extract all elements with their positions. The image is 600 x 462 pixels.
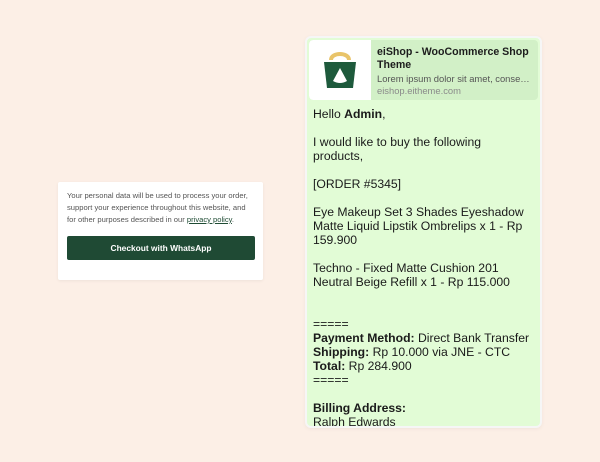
preview-title: eiShop - WooCommerce Shop Theme — [377, 46, 529, 71]
greeting-line: Hello Admin, — [313, 107, 536, 121]
billing-label: Billing Address: — [313, 401, 406, 415]
shipping-label: Shipping: — [313, 345, 370, 359]
billing-name: Ralph Edwards — [313, 415, 396, 428]
preview-thumbnail — [309, 40, 371, 100]
privacy-policy-link[interactable]: privacy policy — [187, 215, 232, 224]
separator: ===== — [313, 373, 349, 387]
preview-info: eiShop - WooCommerce Shop Theme Lorem ip… — [371, 40, 538, 100]
chat-message-bubble: eiShop - WooCommerce Shop Theme Lorem ip… — [305, 36, 542, 428]
message-body: Hello Admin, I would like to buy the fol… — [307, 100, 540, 428]
greeting-prefix: Hello — [313, 107, 345, 121]
total-value: Rp 284.900 — [345, 359, 412, 373]
total-line: Total: Rp 284.900 — [313, 359, 536, 373]
billing-label-line: Billing Address: — [313, 401, 536, 415]
checkout-card: Your personal data will be used to proce… — [58, 182, 263, 280]
order-item-line: Eye Makeup Set 3 Shades Eyeshadow — [313, 205, 524, 219]
shipping-value: Rp 10.000 via JNE - CTC — [369, 345, 511, 359]
shipping-line: Shipping: Rp 10.000 via JNE - CTC — [313, 345, 536, 359]
greeting-suffix: , — [382, 107, 386, 121]
greeting-name: Admin — [344, 107, 383, 121]
intro-line: I would like to buy the following — [313, 135, 482, 149]
order-id: [ORDER #5345] — [313, 177, 402, 191]
payment-value: Direct Bank Transfer — [414, 331, 530, 345]
total-label: Total: — [313, 359, 346, 373]
order-item-line: Techno - Fixed Matte Cushion 201 — [313, 261, 499, 275]
shopping-bag-logo-icon — [324, 52, 356, 88]
privacy-end: . — [231, 215, 235, 224]
order-item-line: 159.900 — [313, 233, 358, 247]
privacy-notice: Your personal data will be used to proce… — [67, 190, 255, 226]
link-preview[interactable]: eiShop - WooCommerce Shop Theme Lorem ip… — [309, 40, 538, 100]
order-item-line: Matte Liquid Lipstik Ombrelips x 1 - Rp — [313, 219, 523, 233]
order-item-line: Neutral Beige Refill x 1 - Rp 115.000 — [313, 275, 510, 289]
payment-label: Payment Method: — [313, 331, 415, 345]
checkout-with-whatsapp-button[interactable]: Checkout with WhatsApp — [67, 236, 255, 260]
intro-line: products, — [313, 149, 364, 163]
preview-domain: eishop.eitheme.com — [377, 85, 461, 96]
payment-method-line: Payment Method: Direct Bank Transfer — [313, 331, 536, 345]
preview-description: Lorem ipsum dolor sit amet, consectetur — [377, 73, 532, 84]
separator: ===== — [313, 317, 349, 331]
